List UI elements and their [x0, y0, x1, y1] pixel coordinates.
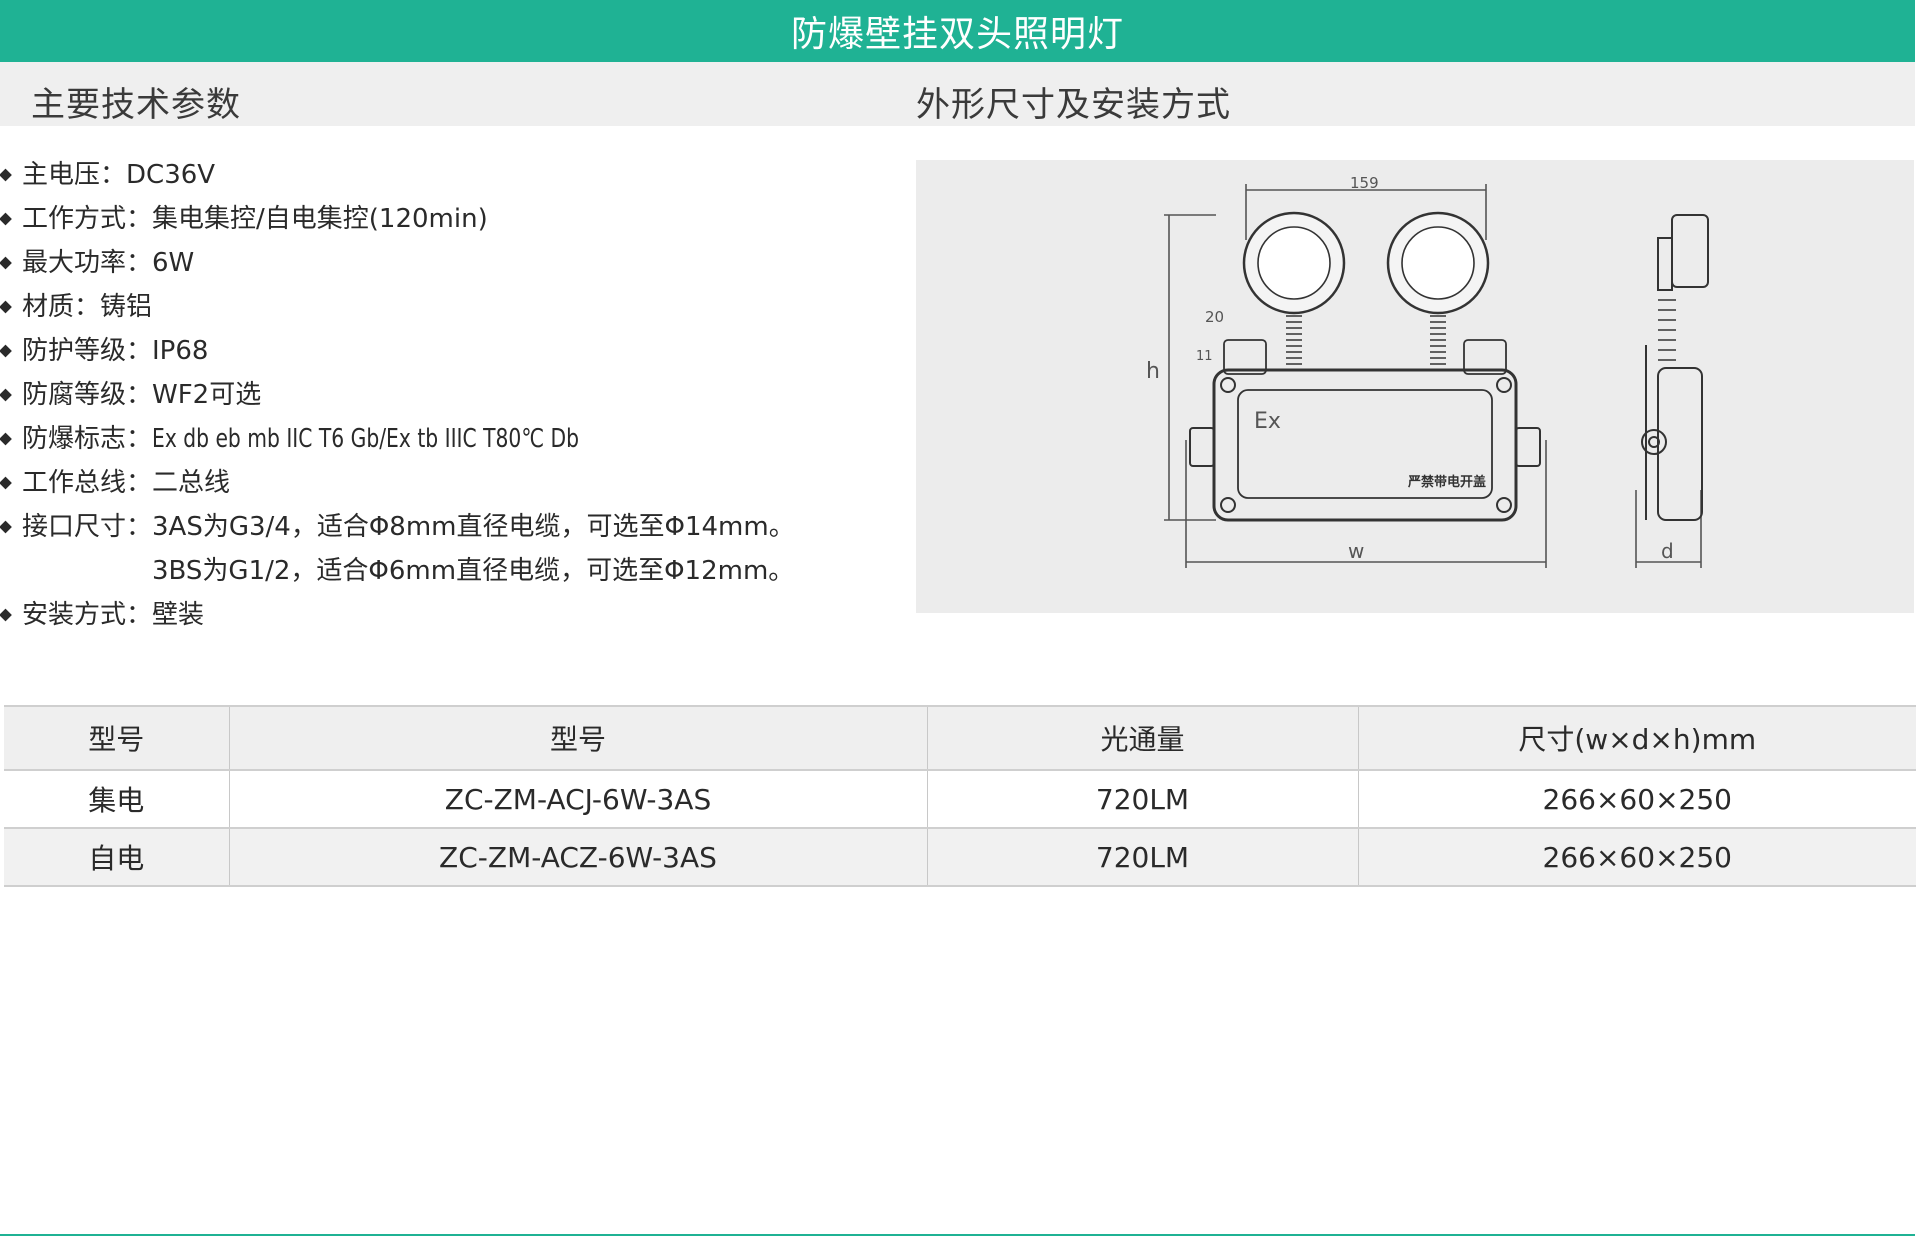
spec-list: 主电压：DC36V 工作方式：集电集控/自电集控(120min) 最大功率：6W… — [0, 153, 860, 637]
cell-model: ZC-ZM-ACJ-6W-3AS — [228, 770, 927, 828]
bullet-icon — [0, 256, 12, 270]
spec-item-anticorrosion: 防腐等级：WF2可选 — [0, 373, 860, 417]
col-header-flux: 光通量 — [926, 706, 1358, 770]
params-section-title: 主要技术参数 — [31, 85, 241, 125]
cell-flux: 720LM — [926, 770, 1358, 828]
spec-item-protection: 防护等级：IP68 — [0, 329, 860, 373]
col-header-model: 型号 — [228, 706, 927, 770]
bullet-icon — [0, 520, 12, 534]
spec-label: 防爆标志： — [22, 424, 153, 454]
col-header-type: 型号 — [88, 723, 145, 756]
model-table: 型号 型号 光通量 尺寸(w×d×h)mm 集电 ZC-ZM-ACJ-6W-3A… — [4, 705, 1916, 887]
lamp-head-left — [1242, 211, 1346, 315]
spec-value: 壁装 — [152, 600, 205, 630]
bullet-icon — [0, 212, 12, 226]
dim-h-label: h — [1146, 359, 1160, 384]
spec-value: 6W — [152, 248, 195, 278]
lamp-neck-right — [1430, 315, 1446, 371]
dimension-drawing: 159 20 11 h w d Ex 严禁带电开盖 — [916, 160, 1914, 613]
bullet-icon — [0, 300, 12, 314]
dim-20-label: 20 — [1205, 308, 1224, 326]
spec-item-bus: 工作总线：二总线 — [0, 461, 860, 505]
spec-label: 防腐等级： — [22, 380, 153, 410]
spec-item-voltage: 主电压：DC36V — [0, 153, 860, 197]
spec-value: 集电集控/自电集控(120min) — [152, 204, 488, 234]
lamp-neck-left — [1286, 315, 1302, 371]
spec-item-install: 安装方式：壁装 — [0, 593, 860, 637]
page-title: 防爆壁挂双头照明灯 — [790, 14, 1124, 55]
spec-value: WF2可选 — [152, 380, 262, 410]
spec-value: IP68 — [152, 336, 209, 366]
spec-item-material: 材质：铸铝 — [0, 285, 860, 329]
spec-value: Ex db eb mb IIC T6 Gb/Ex tb IIIC T80℃ Db — [152, 424, 580, 454]
dim-11-label: 11 — [1196, 349, 1213, 364]
cell-type: 自电 — [88, 842, 145, 875]
spec-item-interface: 接口尺寸：3AS为G3/4，适合Φ8mm直径电缆，可选至Φ14mm。 — [0, 505, 860, 549]
lamp-drawing-svg: 159 20 11 h w d Ex 严禁带电开盖 — [1146, 174, 1709, 568]
spec-label: 最大功率： — [22, 248, 153, 278]
cell-size: 266×60×250 — [1357, 828, 1916, 886]
spec-item-work-mode: 工作方式：集电集控/自电集控(120min) — [0, 197, 860, 241]
spec-label: 工作方式： — [22, 204, 153, 234]
warning-text: 严禁带电开盖 — [1407, 474, 1486, 490]
cell-size: 266×60×250 — [1357, 770, 1916, 828]
bullet-icon — [0, 388, 12, 402]
spec-item-interface-cont: 3BS为G1/2，适合Φ6mm直径电缆，可选至Φ12mm。 — [0, 549, 860, 593]
spec-value: 二总线 — [152, 468, 231, 498]
table-header-row: 型号 型号 光通量 尺寸(w×d×h)mm — [4, 706, 1916, 770]
dim-159-label: 159 — [1350, 174, 1379, 192]
spec-label: 接口尺寸： — [22, 512, 153, 542]
dim-w-label: w — [1348, 539, 1364, 563]
bullet-icon — [0, 168, 12, 182]
spec-label: 主电压： — [22, 160, 127, 190]
cell-flux: 720LM — [926, 828, 1358, 886]
spec-value: 铸铝 — [100, 292, 153, 322]
dim-d-label: d — [1661, 539, 1674, 563]
dim-h-line — [1164, 214, 1216, 521]
spec-value: 3AS为G3/4，适合Φ8mm直径电缆，可选至Φ14mm。 — [152, 512, 795, 542]
bullet-icon — [0, 608, 12, 622]
lamp-head-right — [1386, 211, 1490, 315]
cell-model: ZC-ZM-ACZ-6W-3AS — [228, 828, 927, 886]
spec-item-ex-marking: 防爆标志：Ex db eb mb IIC T6 Gb/Ex tb IIIC T8… — [0, 417, 860, 461]
bullet-icon — [0, 432, 12, 446]
housing-body — [1189, 368, 1541, 522]
bullet-icon — [0, 344, 12, 358]
spec-label: 防护等级： — [22, 336, 153, 366]
table-row: 集电 ZC-ZM-ACJ-6W-3AS 720LM 266×60×250 — [4, 770, 1916, 828]
col-header-size: 尺寸(w×d×h)mm — [1357, 706, 1916, 770]
spec-label: 材质： — [22, 292, 101, 322]
spec-value: 3BS为G1/2，适合Φ6mm直径电缆，可选至Φ12mm。 — [152, 556, 795, 586]
bullet-icon — [0, 476, 12, 490]
side-view — [1641, 214, 1709, 521]
page-title-bar: 防爆壁挂双头照明灯 — [0, 0, 1915, 62]
cell-type: 集电 — [88, 784, 145, 817]
ex-mark: Ex — [1254, 409, 1281, 434]
spec-label: 工作总线： — [22, 468, 153, 498]
spec-label: 安装方式： — [22, 600, 153, 630]
table-row: 自电 ZC-ZM-ACZ-6W-3AS 720LM 266×60×250 — [4, 828, 1916, 886]
spec-value: DC36V — [126, 160, 216, 190]
dims-section-title: 外形尺寸及安装方式 — [916, 85, 1231, 125]
spec-item-max-power: 最大功率：6W — [0, 241, 860, 285]
footer-divider — [0, 1234, 1915, 1236]
